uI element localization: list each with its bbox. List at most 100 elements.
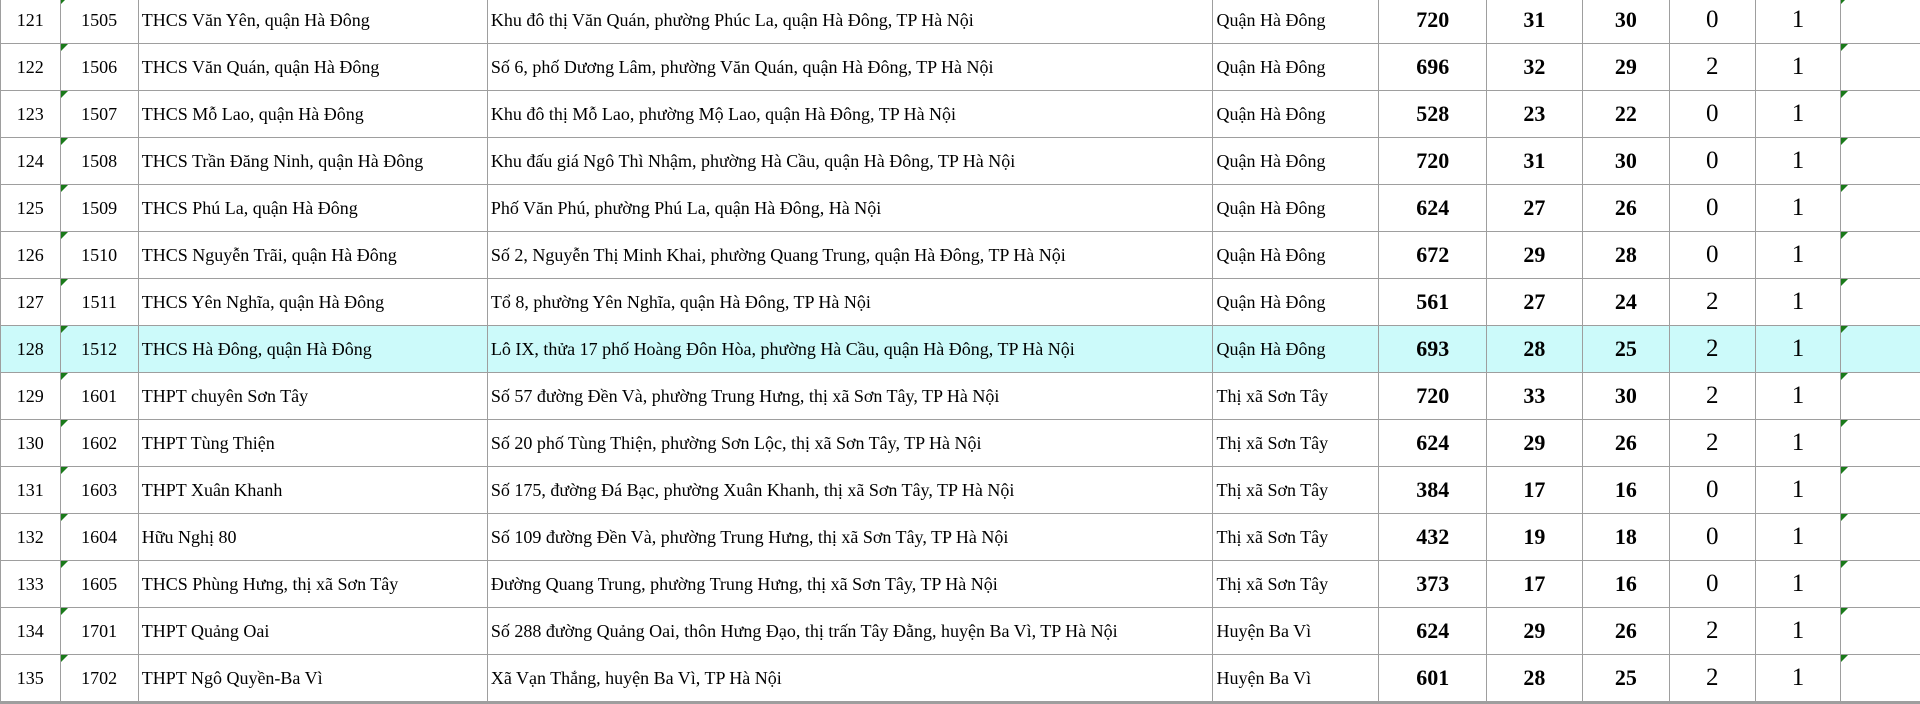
cell-count-2[interactable]: 26 [1581, 419, 1670, 467]
cell-count-1[interactable]: 17 [1486, 560, 1583, 608]
cell-count-4[interactable]: 1 [1754, 372, 1842, 420]
cell-district[interactable]: Quận Hà Đông [1212, 325, 1380, 373]
cell-address[interactable]: Số 175, đường Đá Bạc, phường Xuân Khanh,… [486, 466, 1214, 514]
cell-count-4[interactable]: 1 [1754, 278, 1842, 326]
cell-count-4[interactable]: 1 [1754, 325, 1842, 373]
cell-count-1[interactable]: 27 [1486, 184, 1583, 232]
cell-address[interactable]: Đường Quang Trung, phường Trung Hưng, th… [486, 560, 1214, 608]
cell-school-name[interactable]: THCS Mỗ Lao, quận Hà Đông [137, 90, 488, 138]
cell-total[interactable]: 373 [1378, 560, 1488, 608]
cell-count-2[interactable]: 25 [1581, 654, 1670, 702]
cell-district[interactable]: Thị xã Sơn Tây [1212, 560, 1380, 608]
cell-empty[interactable] [1840, 278, 1920, 326]
cell-count-4[interactable]: 1 [1754, 560, 1842, 608]
cell-stt[interactable]: 134 [0, 607, 61, 655]
cell-count-4[interactable]: 1 [1754, 513, 1842, 561]
cell-address[interactable]: Khu đô thị Mỗ Lao, phường Mộ Lao, quận H… [486, 90, 1214, 138]
cell-empty[interactable] [1840, 90, 1920, 138]
cell-school-code[interactable]: 1604 [59, 513, 139, 561]
cell-count-1[interactable]: 31 [1486, 137, 1583, 185]
cell-school-code[interactable]: 1512 [59, 325, 139, 373]
cell-total[interactable]: 624 [1378, 419, 1488, 467]
cell-stt[interactable]: 121 [0, 0, 61, 44]
cell-address[interactable]: Số 109 đường Đền Và, phường Trung Hưng, … [486, 513, 1214, 561]
cell-school-code[interactable]: 1510 [59, 231, 139, 279]
cell-address[interactable]: Phố Văn Phú, phường Phú La, quận Hà Đông… [486, 184, 1214, 232]
cell-count-3[interactable]: 2 [1668, 278, 1756, 326]
cell-school-name[interactable]: THCS Hà Đông, quận Hà Đông [137, 325, 488, 373]
cell-school-code[interactable]: 1506 [59, 43, 139, 91]
cell-count-3[interactable]: 2 [1668, 607, 1756, 655]
cell-count-4[interactable]: 1 [1754, 90, 1842, 138]
cell-count-4[interactable]: 1 [1754, 466, 1842, 514]
cell-school-name[interactable]: THCS Yên Nghĩa, quận Hà Đông [137, 278, 488, 326]
cell-district[interactable]: Thị xã Sơn Tây [1212, 372, 1380, 420]
cell-stt[interactable]: 132 [0, 513, 61, 561]
cell-district[interactable]: Huyện Ba Vì [1212, 607, 1380, 655]
cell-school-code[interactable]: 1605 [59, 560, 139, 608]
cell-count-3[interactable]: 0 [1668, 184, 1756, 232]
cell-address[interactable]: Số 57 đường Đền Và, phường Trung Hưng, t… [486, 372, 1214, 420]
cell-district[interactable]: Quận Hà Đông [1212, 231, 1380, 279]
cell-count-1[interactable]: 32 [1486, 43, 1583, 91]
cell-count-1[interactable]: 29 [1486, 607, 1583, 655]
cell-count-1[interactable]: 29 [1486, 231, 1583, 279]
cell-school-code[interactable]: 1702 [59, 654, 139, 702]
cell-count-2[interactable]: 30 [1581, 0, 1670, 44]
cell-total[interactable]: 693 [1378, 325, 1488, 373]
cell-count-3[interactable]: 0 [1668, 137, 1756, 185]
cell-total[interactable]: 720 [1378, 372, 1488, 420]
cell-count-4[interactable]: 1 [1754, 137, 1842, 185]
cell-count-4[interactable]: 1 [1754, 654, 1842, 702]
cell-total[interactable]: 561 [1378, 278, 1488, 326]
cell-stt[interactable]: 124 [0, 137, 61, 185]
cell-school-code[interactable]: 1509 [59, 184, 139, 232]
cell-school-code[interactable]: 1602 [59, 419, 139, 467]
cell-count-3[interactable]: 0 [1668, 466, 1756, 514]
cell-school-code[interactable]: 1701 [59, 607, 139, 655]
cell-district[interactable]: Thị xã Sơn Tây [1212, 466, 1380, 514]
cell-count-4[interactable]: 1 [1754, 419, 1842, 467]
cell-district[interactable]: Quận Hà Đông [1212, 43, 1380, 91]
cell-stt[interactable]: 123 [0, 90, 61, 138]
cell-school-code[interactable]: 1507 [59, 90, 139, 138]
cell-empty[interactable] [1840, 372, 1920, 420]
cell-empty[interactable] [1840, 466, 1920, 514]
cell-count-2[interactable]: 30 [1581, 372, 1670, 420]
cell-count-1[interactable]: 31 [1486, 0, 1583, 44]
cell-count-2[interactable]: 26 [1581, 184, 1670, 232]
cell-total[interactable]: 696 [1378, 43, 1488, 91]
cell-count-2[interactable]: 24 [1581, 278, 1670, 326]
cell-school-code[interactable]: 1603 [59, 466, 139, 514]
cell-address[interactable]: Xã Vạn Thắng, huyện Ba Vì, TP Hà Nội [486, 654, 1214, 702]
cell-school-name[interactable]: THCS Phùng Hưng, thị xã Sơn Tây [137, 560, 488, 608]
cell-school-name[interactable]: THCS Văn Quán, quận Hà Đông [137, 43, 488, 91]
cell-address[interactable]: Khu đấu giá Ngô Thì Nhậm, phường Hà Cầu,… [486, 137, 1214, 185]
cell-school-name[interactable]: Hữu Nghị 80 [137, 513, 488, 561]
cell-stt[interactable]: 128 [0, 325, 61, 373]
cell-empty[interactable] [1840, 0, 1920, 44]
cell-district[interactable]: Thị xã Sơn Tây [1212, 419, 1380, 467]
cell-empty[interactable] [1840, 325, 1920, 373]
cell-total[interactable]: 432 [1378, 513, 1488, 561]
cell-count-2[interactable]: 30 [1581, 137, 1670, 185]
cell-stt[interactable]: 125 [0, 184, 61, 232]
cell-address[interactable]: Số 2, Nguyễn Thị Minh Khai, phường Quang… [486, 231, 1214, 279]
cell-empty[interactable] [1840, 184, 1920, 232]
cell-count-3[interactable]: 2 [1668, 325, 1756, 373]
cell-count-3[interactable]: 0 [1668, 0, 1756, 44]
cell-count-2[interactable]: 16 [1581, 466, 1670, 514]
cell-district[interactable]: Quận Hà Đông [1212, 137, 1380, 185]
cell-stt[interactable]: 127 [0, 278, 61, 326]
cell-count-1[interactable]: 23 [1486, 90, 1583, 138]
cell-school-name[interactable]: THCS Văn Yên, quận Hà Đông [137, 0, 488, 44]
cell-empty[interactable] [1840, 43, 1920, 91]
cell-count-4[interactable]: 1 [1754, 607, 1842, 655]
cell-school-name[interactable]: THPT Quảng Oai [137, 607, 488, 655]
cell-count-4[interactable]: 1 [1754, 231, 1842, 279]
cell-school-name[interactable]: THCS Nguyễn Trãi, quận Hà Đông [137, 231, 488, 279]
cell-school-name[interactable]: THPT chuyên Sơn Tây [137, 372, 488, 420]
cell-count-1[interactable]: 33 [1486, 372, 1583, 420]
cell-school-name[interactable]: THPT Xuân Khanh [137, 466, 488, 514]
cell-empty[interactable] [1840, 231, 1920, 279]
